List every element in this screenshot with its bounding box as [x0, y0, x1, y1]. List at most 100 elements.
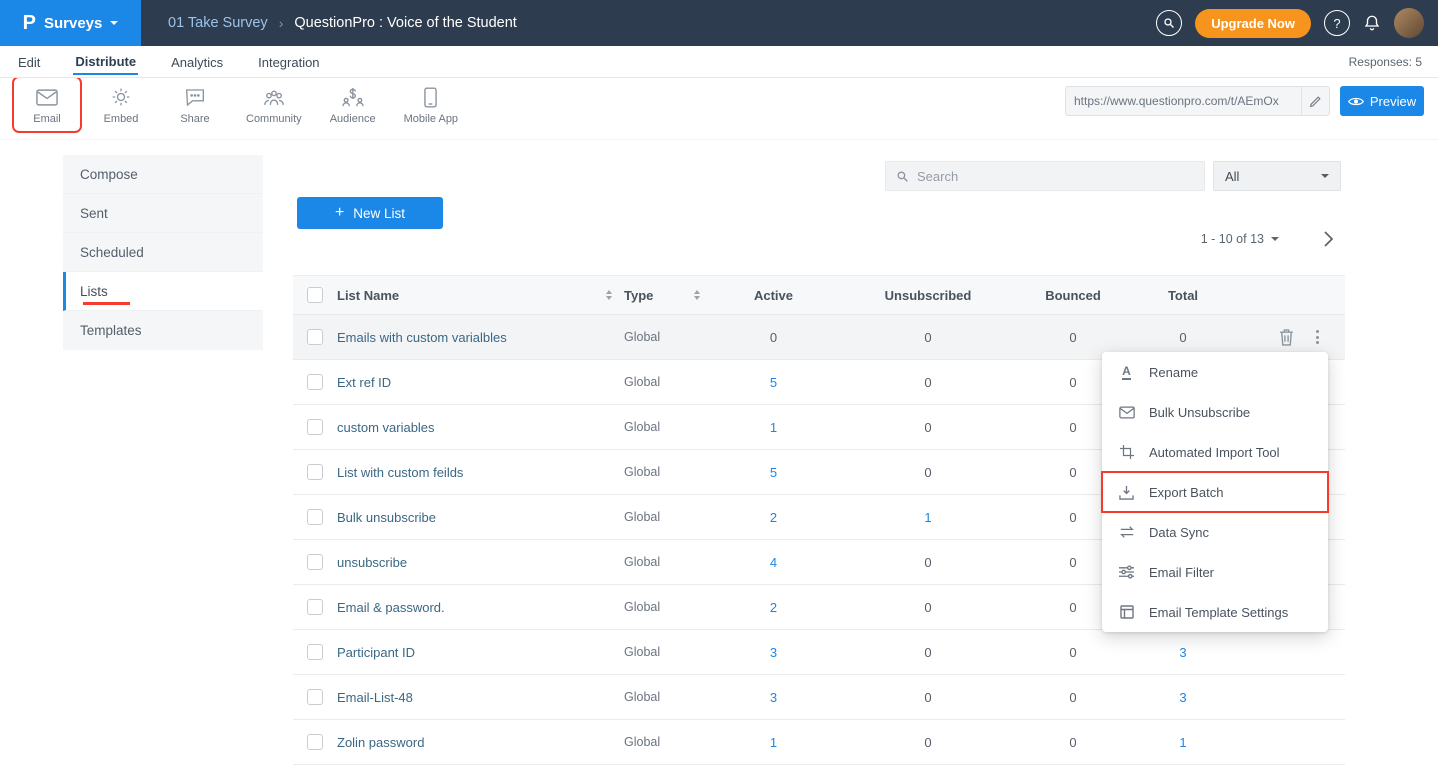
row-checkbox[interactable] — [307, 329, 323, 345]
search-input[interactable] — [909, 169, 1204, 184]
bounced-count: 0 — [1069, 330, 1076, 345]
list-name-link[interactable]: Zolin password — [337, 735, 424, 750]
toolbar-item-mobile-app[interactable]: Mobile App — [394, 78, 468, 131]
tab-edit[interactable]: Edit — [16, 49, 42, 74]
select-all-checkbox[interactable] — [307, 287, 323, 303]
mobile-phone-icon — [424, 86, 437, 108]
list-name-link[interactable]: custom variables — [337, 420, 435, 435]
list-name-link[interactable]: unsubscribe — [337, 555, 407, 570]
bounced-count: 0 — [1069, 375, 1076, 390]
list-name-link[interactable]: Participant ID — [337, 645, 415, 660]
menu-item-email-template-settings[interactable]: Email Template Settings — [1102, 592, 1328, 632]
notifications-button[interactable] — [1363, 14, 1381, 32]
row-menu-kebab-icon[interactable] — [1312, 326, 1323, 348]
active-count[interactable]: 5 — [770, 375, 777, 390]
toolbar-item-label: Community — [246, 113, 302, 125]
list-name-link[interactable]: Ext ref ID — [337, 375, 391, 390]
toolbar-item-email[interactable]: Email — [14, 78, 80, 131]
sort-icon[interactable] — [606, 290, 612, 300]
user-avatar[interactable] — [1394, 8, 1424, 38]
menu-item-data-sync[interactable]: Data Sync — [1102, 512, 1328, 552]
list-name-link[interactable]: Email & password. — [337, 600, 445, 615]
toolbar-item-share[interactable]: Share — [162, 78, 228, 131]
menu-item-label: Automated Import Tool — [1149, 445, 1280, 460]
sidebar-item-lists[interactable]: Lists — [63, 272, 263, 311]
new-list-button[interactable]: + New List — [297, 197, 443, 229]
row-checkbox[interactable] — [307, 644, 323, 660]
sort-icon[interactable] — [694, 290, 700, 300]
row-checkbox[interactable] — [307, 374, 323, 390]
column-header-label: List Name — [337, 288, 399, 303]
row-checkbox[interactable] — [307, 734, 323, 750]
bounced-count: 0 — [1069, 735, 1076, 750]
help-button[interactable]: ? — [1324, 10, 1350, 36]
row-checkbox[interactable] — [307, 599, 323, 615]
breadcrumb-separator: › — [279, 15, 284, 31]
search-icon — [896, 170, 909, 183]
survey-nav-tabs: Edit Distribute Analytics Integration Re… — [0, 46, 1438, 78]
edit-url-button[interactable] — [1301, 87, 1329, 115]
unsubscribed-count: 0 — [924, 690, 931, 705]
search-button[interactable] — [1156, 10, 1182, 36]
pagination-range-dropdown[interactable]: 1 - 10 of 13 — [1201, 232, 1279, 246]
sidebar-item-templates[interactable]: Templates — [63, 311, 263, 350]
row-checkbox[interactable] — [307, 419, 323, 435]
menu-item-bulk-unsubscribe[interactable]: Bulk Unsubscribe — [1102, 392, 1328, 432]
active-count[interactable]: 3 — [770, 645, 777, 660]
eye-icon — [1348, 96, 1364, 107]
menu-item-export-batch[interactable]: Export Batch — [1102, 472, 1328, 512]
menu-item-email-filter[interactable]: Email Filter — [1102, 552, 1328, 592]
unsubscribed-count[interactable]: 1 — [924, 510, 931, 525]
active-count[interactable]: 5 — [770, 465, 777, 480]
active-count[interactable]: 4 — [770, 555, 777, 570]
sidebar-item-scheduled[interactable]: Scheduled — [63, 233, 263, 272]
list-name-link[interactable]: Email-List-48 — [337, 690, 413, 705]
survey-url-field[interactable]: https://www.questionpro.com/t/AEmOx — [1065, 86, 1330, 116]
upgrade-now-button[interactable]: Upgrade Now — [1195, 9, 1311, 38]
list-name-link[interactable]: Bulk unsubscribe — [337, 510, 436, 525]
pencil-icon — [1309, 95, 1322, 108]
row-checkbox[interactable] — [307, 464, 323, 480]
list-name-link[interactable]: List with custom feilds — [337, 465, 463, 480]
toolbar-item-embed[interactable]: Embed — [88, 78, 154, 131]
active-count[interactable]: 2 — [770, 510, 777, 525]
breadcrumb-survey-link[interactable]: 01 Take Survey — [168, 15, 268, 31]
row-context-menu: A Rename Bulk Unsubscribe Automated Impo… — [1102, 352, 1328, 632]
email-icon — [36, 86, 58, 108]
rename-icon: A — [1118, 365, 1135, 380]
unsubscribed-count: 0 — [924, 330, 931, 345]
sidebar-item-compose[interactable]: Compose — [63, 155, 263, 194]
list-filter-dropdown[interactable]: All — [1213, 161, 1341, 191]
total-count[interactable]: 1 — [1179, 735, 1186, 750]
next-page-button[interactable] — [1323, 231, 1333, 247]
menu-item-rename[interactable]: A Rename — [1102, 352, 1328, 392]
audience-dollar-icon — [342, 86, 364, 108]
total-count[interactable]: 3 — [1179, 690, 1186, 705]
row-checkbox[interactable] — [307, 689, 323, 705]
toolbar-item-audience[interactable]: Audience — [320, 78, 386, 131]
sidebar-item-sent[interactable]: Sent — [63, 194, 263, 233]
surveys-product-switcher[interactable]: P Surveys — [0, 0, 141, 46]
row-checkbox[interactable] — [307, 554, 323, 570]
row-checkbox[interactable] — [307, 509, 323, 525]
active-count[interactable]: 2 — [770, 600, 777, 615]
tab-distribute[interactable]: Distribute — [73, 48, 138, 75]
top-bar: P Surveys 01 Take Survey › QuestionPro :… — [0, 0, 1438, 46]
list-name-link[interactable]: Emails with custom varialbles — [337, 330, 507, 345]
tab-integration[interactable]: Integration — [256, 49, 321, 74]
active-count[interactable]: 1 — [770, 735, 777, 750]
menu-item-automated-import-tool[interactable]: Automated Import Tool — [1102, 432, 1328, 472]
help-icon: ? — [1333, 16, 1340, 31]
active-count[interactable]: 3 — [770, 690, 777, 705]
active-count[interactable]: 1 — [770, 420, 777, 435]
menu-item-label: Email Filter — [1149, 565, 1214, 580]
tab-analytics[interactable]: Analytics — [169, 49, 225, 74]
template-document-icon — [1118, 605, 1135, 619]
delete-list-button[interactable] — [1279, 329, 1294, 346]
preview-button[interactable]: Preview — [1340, 86, 1424, 116]
total-count[interactable]: 3 — [1179, 645, 1186, 660]
toolbar-item-community[interactable]: Community — [236, 78, 312, 131]
column-header-type[interactable]: Type — [624, 288, 704, 303]
column-header-list-name[interactable]: List Name — [337, 288, 624, 303]
page-title: QuestionPro : Voice of the Student — [294, 15, 516, 31]
